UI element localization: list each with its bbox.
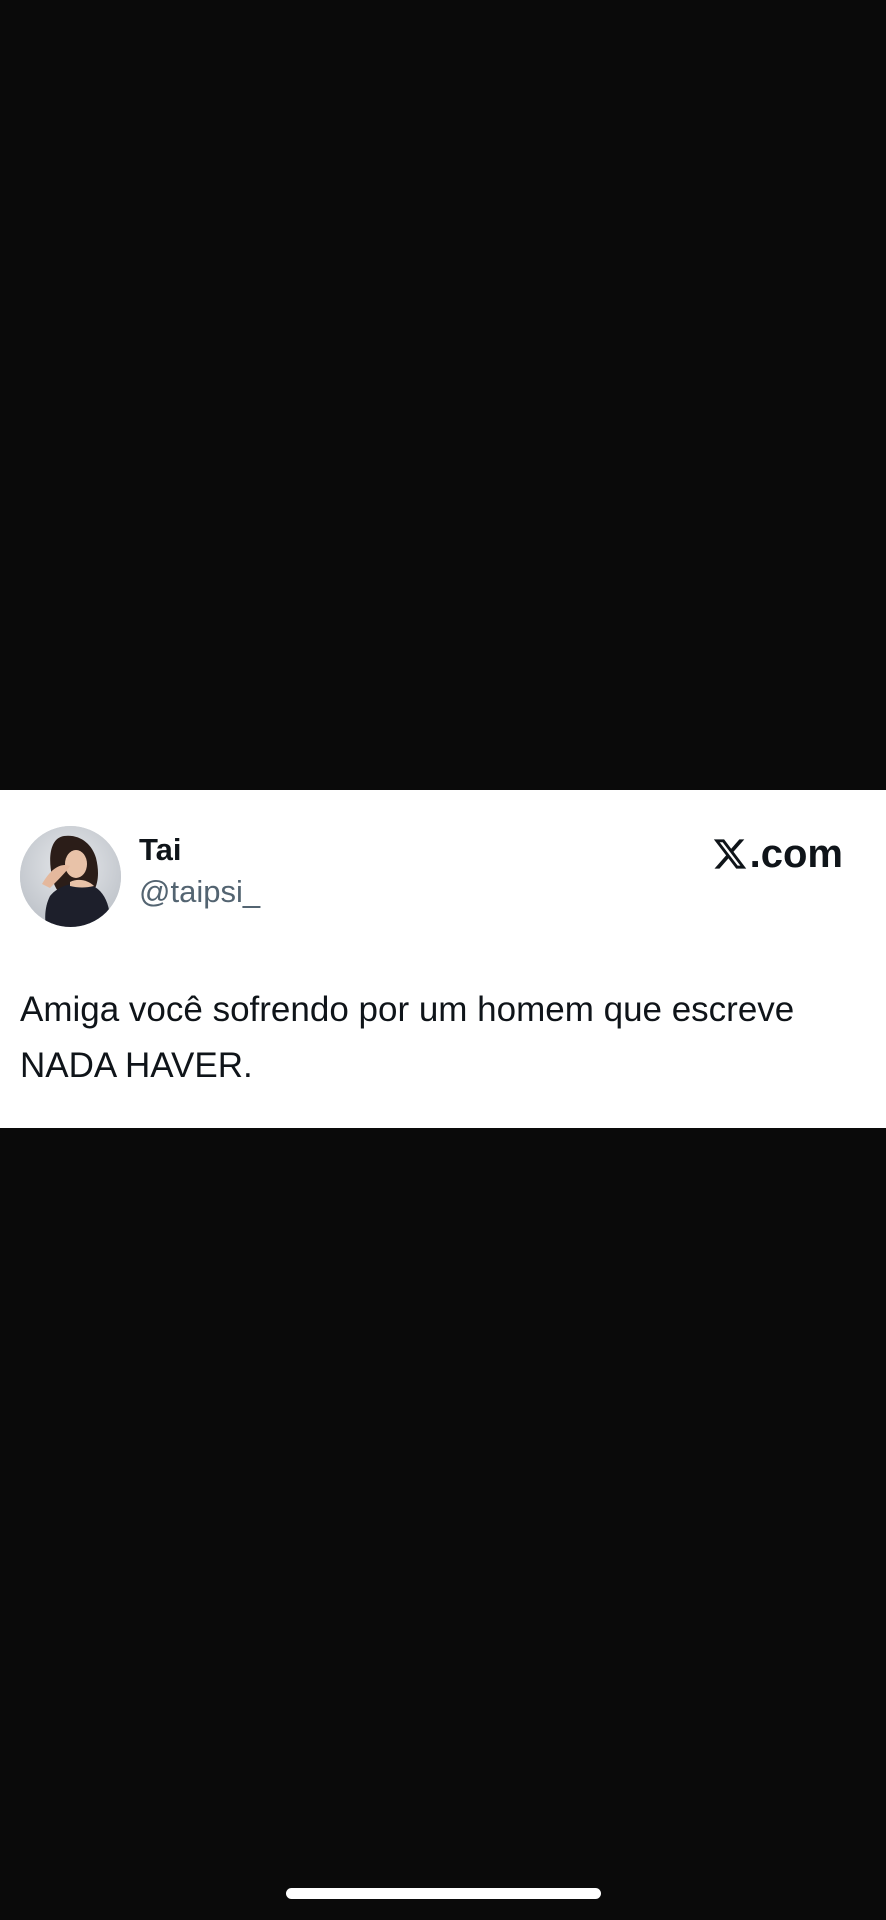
tweet-card[interactable]: Tai @taipsi_ .com Amiga você sofrendo po… bbox=[0, 790, 886, 1128]
home-indicator[interactable] bbox=[286, 1888, 601, 1899]
profile-photo-icon bbox=[20, 826, 121, 927]
x-com-brand[interactable]: .com bbox=[712, 834, 843, 874]
screen: Tai @taipsi_ .com Amiga você sofrendo po… bbox=[0, 0, 886, 1920]
tweet-text: Amiga você sofrendo por um homem que esc… bbox=[20, 990, 795, 1085]
x-logo-icon bbox=[713, 839, 746, 869]
display-name[interactable]: Tai bbox=[139, 834, 182, 865]
avatar[interactable] bbox=[20, 826, 121, 927]
user-handle[interactable]: @taipsi_ bbox=[139, 876, 260, 907]
brand-domain-label: .com bbox=[749, 832, 843, 876]
